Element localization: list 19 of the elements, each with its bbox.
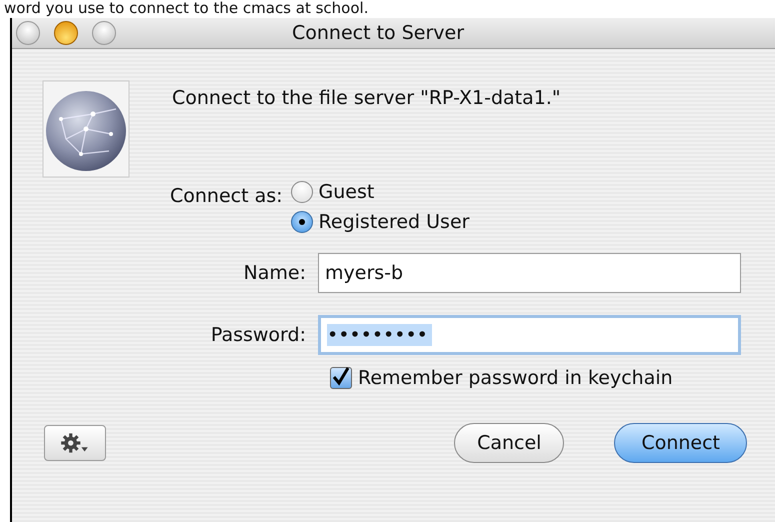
caption-text: word you use to connect to the cmacs at school.: [3, 0, 370, 18]
checkmark-icon: [331, 366, 351, 388]
remember-checkbox[interactable]: Remember password in keychain: [330, 367, 775, 389]
connect-as-label: Connect as:: [170, 184, 283, 209]
name-field[interactable]: myers-b: [318, 253, 741, 293]
field-label: Password:: [210, 324, 307, 346]
connect-button[interactable]: Connect: [614, 423, 747, 463]
cancel-button[interactable]: Cancel: [454, 423, 564, 463]
field-label: Name:: [242, 262, 307, 284]
radio-option[interactable]: Guest: [290, 181, 470, 203]
password-field[interactable]: •••••••••: [318, 315, 741, 355]
zoom-button[interactable]: [92, 21, 116, 45]
network-globe-icon: [40, 79, 132, 179]
radio-option[interactable]: Registered User: [290, 211, 470, 233]
message-text: Connect to the file server "RP-X1-data1.": [172, 86, 561, 111]
close-button[interactable]: [16, 21, 40, 45]
minimize-button[interactable]: [54, 21, 78, 45]
window-title: Connect to Server: [292, 22, 464, 44]
action-menu-button[interactable]: [44, 425, 106, 461]
